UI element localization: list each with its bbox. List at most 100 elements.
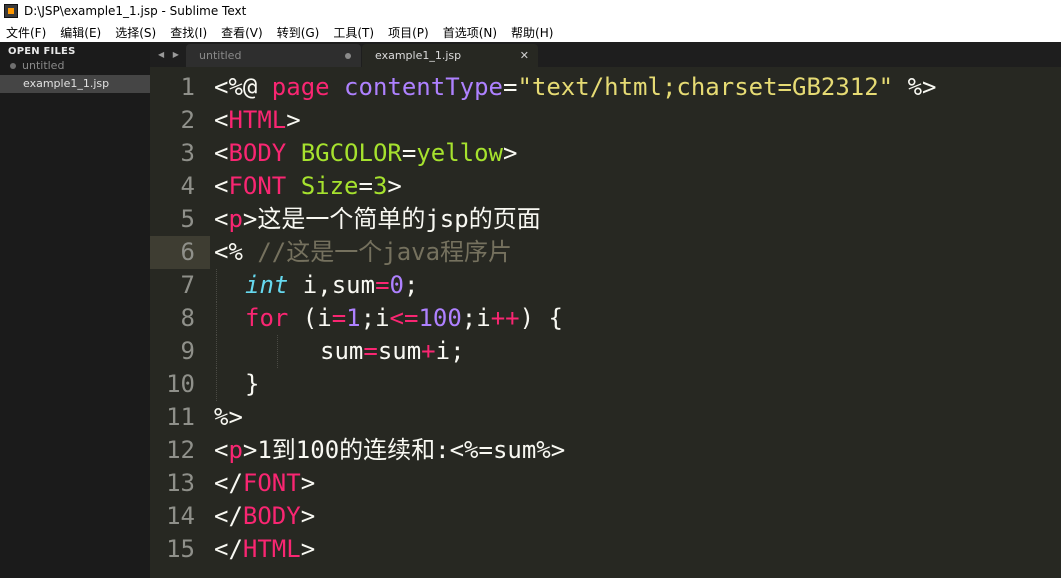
modified-dot-icon	[10, 63, 16, 69]
code-token: BODY	[228, 139, 287, 167]
code-token: <%	[214, 238, 258, 266]
code-line[interactable]: 6 <% //这是一个java程序片	[150, 236, 1061, 269]
code-token: </	[214, 502, 243, 530]
code-token: %>	[214, 403, 243, 431]
code-line[interactable]: 1 <%@ page contentType = "text/html;charset…	[150, 71, 1061, 104]
code-token: >	[387, 172, 402, 200]
code-line[interactable]: 5 < p >这是一个简单的jsp的页面	[150, 203, 1061, 236]
menu-selection[interactable]: 选择(S)	[108, 24, 163, 41]
line-number: 14	[166, 502, 195, 530]
code-token: contentType	[344, 73, 503, 101]
code-text: %>	[214, 401, 243, 434]
code-line[interactable]: 12 < p >1到100的连续和:<%=sum%>	[150, 434, 1061, 467]
code-token: sum	[377, 337, 422, 365]
menu-bar: 文件(F) 编辑(E) 选择(S) 查找(I) 查看(V) 转到(G) 工具(T…	[0, 22, 1061, 42]
code-token: (i	[288, 304, 332, 332]
code-token: 100	[418, 304, 462, 332]
code-text: </HTML >	[214, 533, 315, 566]
code-text: < BODY BGCOLOR = yellow >	[214, 137, 517, 170]
code-line[interactable]: 8 for (i = 1 ;i <= 100 ;i ++) {	[150, 302, 1061, 335]
menu-goto[interactable]: 转到(G)	[270, 24, 327, 41]
menu-view[interactable]: 查看(V)	[214, 24, 270, 41]
line-number: 3	[180, 139, 195, 167]
sidebar-file-example[interactable]: example1_1.jsp	[0, 75, 150, 93]
code-token: page	[271, 73, 330, 101]
code-token: >1到100的连续和:<%=sum%>	[242, 436, 566, 464]
line-number: 10	[166, 370, 195, 398]
tab-bar: ◀ ▶ untitled example1_1.jsp ✕	[150, 42, 1061, 67]
code-line[interactable]: 7 int i,sum = 0;	[150, 269, 1061, 302]
sidebar-file-label: untitled	[22, 59, 65, 72]
code-token: <	[214, 172, 229, 200]
code-token: ;i	[461, 304, 491, 332]
code-editor[interactable]: 1 <%@ page contentType = "text/html;charset…	[150, 67, 1061, 578]
menu-tools[interactable]: 工具(T)	[326, 24, 381, 41]
code-token: 1	[346, 304, 361, 332]
indent-guide	[216, 368, 217, 401]
code-token: =	[503, 73, 518, 101]
code-line[interactable]: 14 </BODY >	[150, 500, 1061, 533]
line-number: 9	[180, 337, 195, 365]
code-token: <=	[389, 304, 419, 332]
sidebar-file-untitled[interactable]: untitled	[0, 57, 150, 75]
code-token: %>	[893, 73, 937, 101]
menu-preferences[interactable]: 首选项(N)	[436, 24, 504, 41]
code-token: 3	[372, 172, 388, 200]
code-line[interactable]: 9 sum = sum + i;	[150, 335, 1061, 368]
indent-guide	[277, 335, 278, 368]
code-token: =	[358, 172, 373, 200]
menu-file[interactable]: 文件(F)	[0, 24, 53, 41]
code-text: <%@ page contentType = "text/html;charset=…	[214, 71, 937, 104]
menu-help[interactable]: 帮助(H)	[504, 24, 560, 41]
tab-close-icon[interactable]: ✕	[520, 44, 529, 67]
line-number: 2	[180, 106, 195, 134]
code-text: < FONT Size = 3 >	[214, 170, 402, 203]
code-token: "text/html;charset=GB2312"	[517, 73, 894, 101]
code-line[interactable]: 10}	[150, 368, 1061, 401]
indent-guide	[216, 269, 217, 302]
line-number: 12	[166, 436, 195, 464]
code-token: >	[300, 469, 316, 497]
code-token: <	[214, 205, 229, 233]
line-number: 5	[180, 205, 195, 233]
code-token: </	[214, 469, 243, 497]
line-number: 6	[180, 238, 195, 266]
tab-scroll-arrows-icon[interactable]: ◀ ▶	[158, 42, 182, 67]
tab-modified-dot-icon[interactable]	[345, 53, 351, 59]
code-token: BODY	[242, 502, 301, 530]
code-line[interactable]: 4 < FONT Size = 3 >	[150, 170, 1061, 203]
code-token: p	[228, 436, 243, 464]
code-token: >这是一个简单的jsp的页面	[242, 205, 541, 233]
code-token: ;	[403, 271, 419, 299]
code-line[interactable]: 11 %>	[150, 401, 1061, 434]
sidebar-file-label: example1_1.jsp	[23, 77, 110, 90]
code-line[interactable]: 3 < BODY BGCOLOR = yellow >	[150, 137, 1061, 170]
code-text: </FONT >	[214, 467, 315, 500]
title-bar: D:\JSP\example1_1.jsp - Sublime Text	[0, 0, 1061, 22]
code-text: < p >1到100的连续和:<%=sum%>	[214, 434, 565, 467]
code-token: }	[245, 370, 260, 398]
tab-untitled[interactable]: untitled	[186, 44, 361, 67]
code-text: for (i = 1 ;i <= 100 ;i ++) {	[245, 302, 563, 335]
menu-edit[interactable]: 编辑(E)	[53, 24, 108, 41]
code-token: <	[214, 106, 229, 134]
code-token: Size	[300, 172, 359, 200]
code-line[interactable]: 15 </HTML >	[150, 533, 1061, 566]
sublime-app-icon	[4, 4, 18, 18]
menu-project[interactable]: 项目(P)	[381, 24, 436, 41]
code-token: p	[228, 205, 243, 233]
code-text: sum = sum + i;	[320, 335, 465, 368]
code-line[interactable]: 13 </FONT >	[150, 467, 1061, 500]
code-token: <%@	[214, 73, 272, 101]
code-line[interactable]: 2 < HTML >	[150, 104, 1061, 137]
menu-find[interactable]: 查找(I)	[163, 24, 214, 41]
tab-example[interactable]: example1_1.jsp ✕	[362, 44, 538, 67]
code-token: =	[363, 337, 378, 365]
line-number: 8	[180, 304, 195, 332]
code-token: i;	[435, 337, 465, 365]
code-token: <	[214, 436, 229, 464]
line-number: 11	[166, 403, 195, 431]
